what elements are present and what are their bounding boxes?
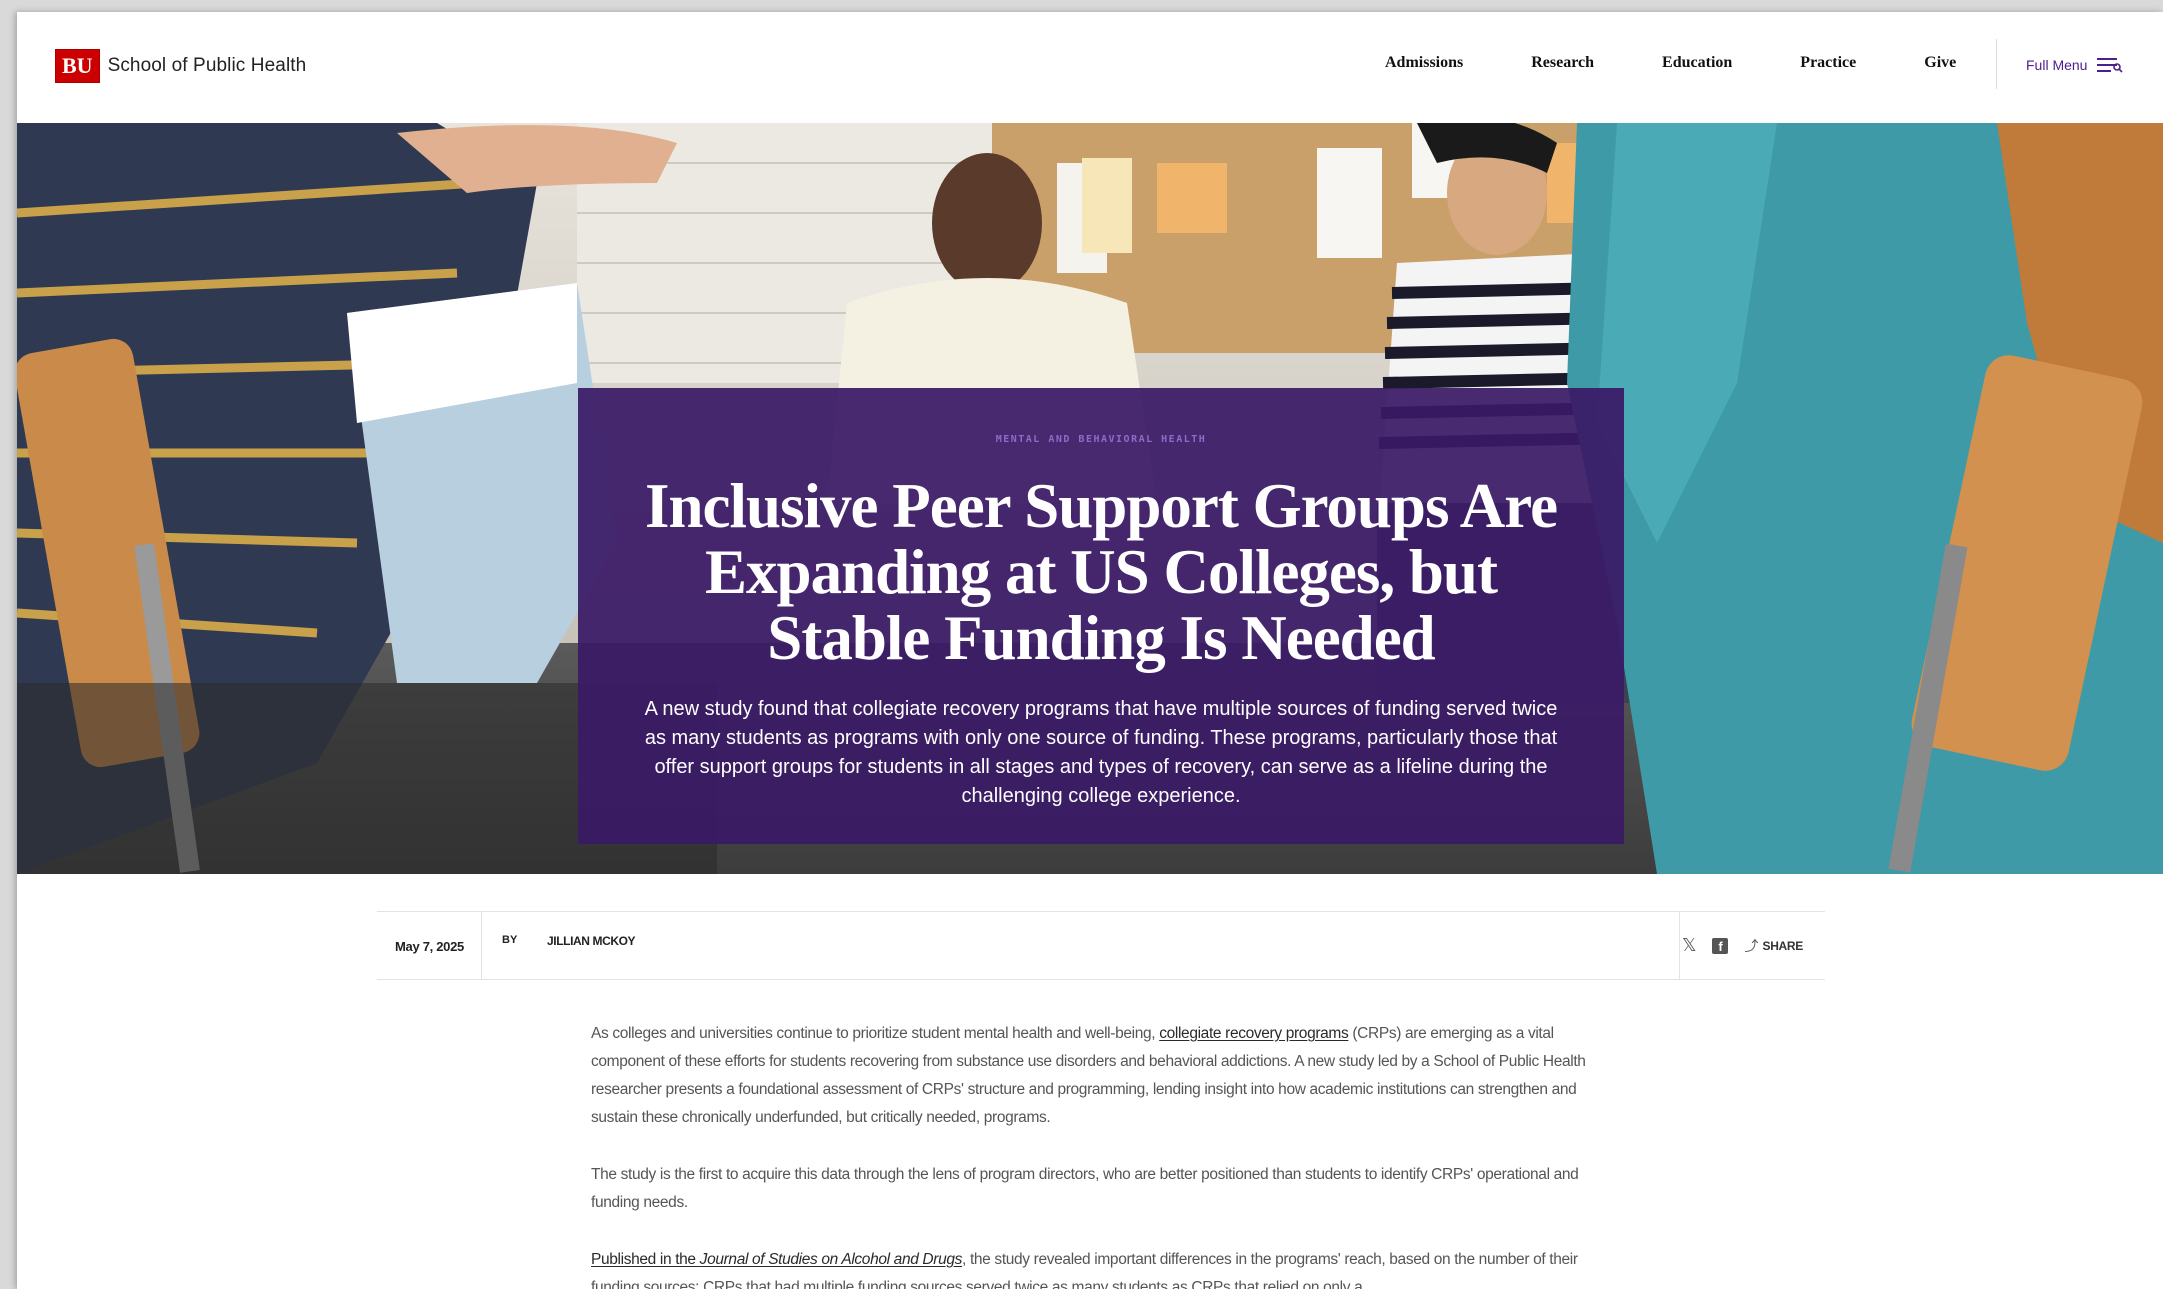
full-menu-label: Full Menu [2026,57,2088,73]
paragraph: Published in the Journal of Studies on A… [591,1246,1611,1289]
article-body: As colleges and universities continue to… [591,1020,1611,1289]
nav-education[interactable]: Education [1662,54,1732,72]
nav-give[interactable]: Give [1924,54,1956,72]
article-deck: A new study found that collegiate recove… [644,698,1558,807]
bu-logo-mark: BU [55,49,100,83]
main-nav: Admissions Research Education Practice G… [1385,54,1956,72]
nav-divider [1996,39,1997,89]
logo-text: School of Public Health [107,55,307,76]
nav-practice[interactable]: Practice [1800,54,1856,72]
link-text: Published in the [591,1251,700,1268]
byline-label: BY [502,934,518,946]
nav-research[interactable]: Research [1531,54,1594,72]
nav-admissions[interactable]: Admissions [1385,54,1463,72]
browser-page: BU School of Public Health Admissions Re… [17,12,2163,1289]
share-icon: ⤴ [1744,938,1759,955]
meta-divider [1679,912,1680,980]
paragraph: The study is the first to acquire this d… [591,1166,1579,1211]
paragraph: As colleges and universities continue to… [591,1020,1611,1132]
share-tools: 𝕏 f ⤴ SHARE [1682,935,1803,956]
author-name[interactable]: JILLIAN MCKOY [547,934,636,948]
share-label: SHARE [1762,938,1803,953]
full-menu-button[interactable]: Full Menu [2026,57,2124,73]
journal-publication-link[interactable]: Published in the Journal of Studies on A… [591,1251,962,1268]
article-category[interactable]: MENTAL AND BEHAVIORAL HEALTH [578,434,1624,445]
meta-divider [481,912,482,980]
x-icon[interactable]: 𝕏 [1682,935,1697,956]
article-title: Inclusive Peer Support Groups Are Expand… [644,471,1558,673]
publish-date: May 7, 2025 [395,939,464,954]
hero-banner: MENTAL AND BEHAVIORAL HEALTH Inclusive P… [17,123,2163,874]
facebook-icon[interactable]: f [1712,937,1729,954]
site-header: BU School of Public Health Admissions Re… [17,12,2163,123]
journal-name: Journal of Studies on Alcohol and Drugs [699,1251,963,1268]
text-span: As colleges and universities continue to… [591,1025,1160,1042]
collegiate-recovery-programs-link[interactable]: collegiate recovery programs [1159,1025,1349,1042]
article-meta: May 7, 2025 BY JILLIAN MCKOY 𝕏 f ⤴ SHARE [377,911,1825,980]
site-logo[interactable]: BU School of Public Health [55,49,306,83]
hero-headline-card: MENTAL AND BEHAVIORAL HEALTH Inclusive P… [578,388,1624,844]
menu-search-icon [2097,57,2124,73]
share-button[interactable]: ⤴ SHARE [1744,936,1803,956]
